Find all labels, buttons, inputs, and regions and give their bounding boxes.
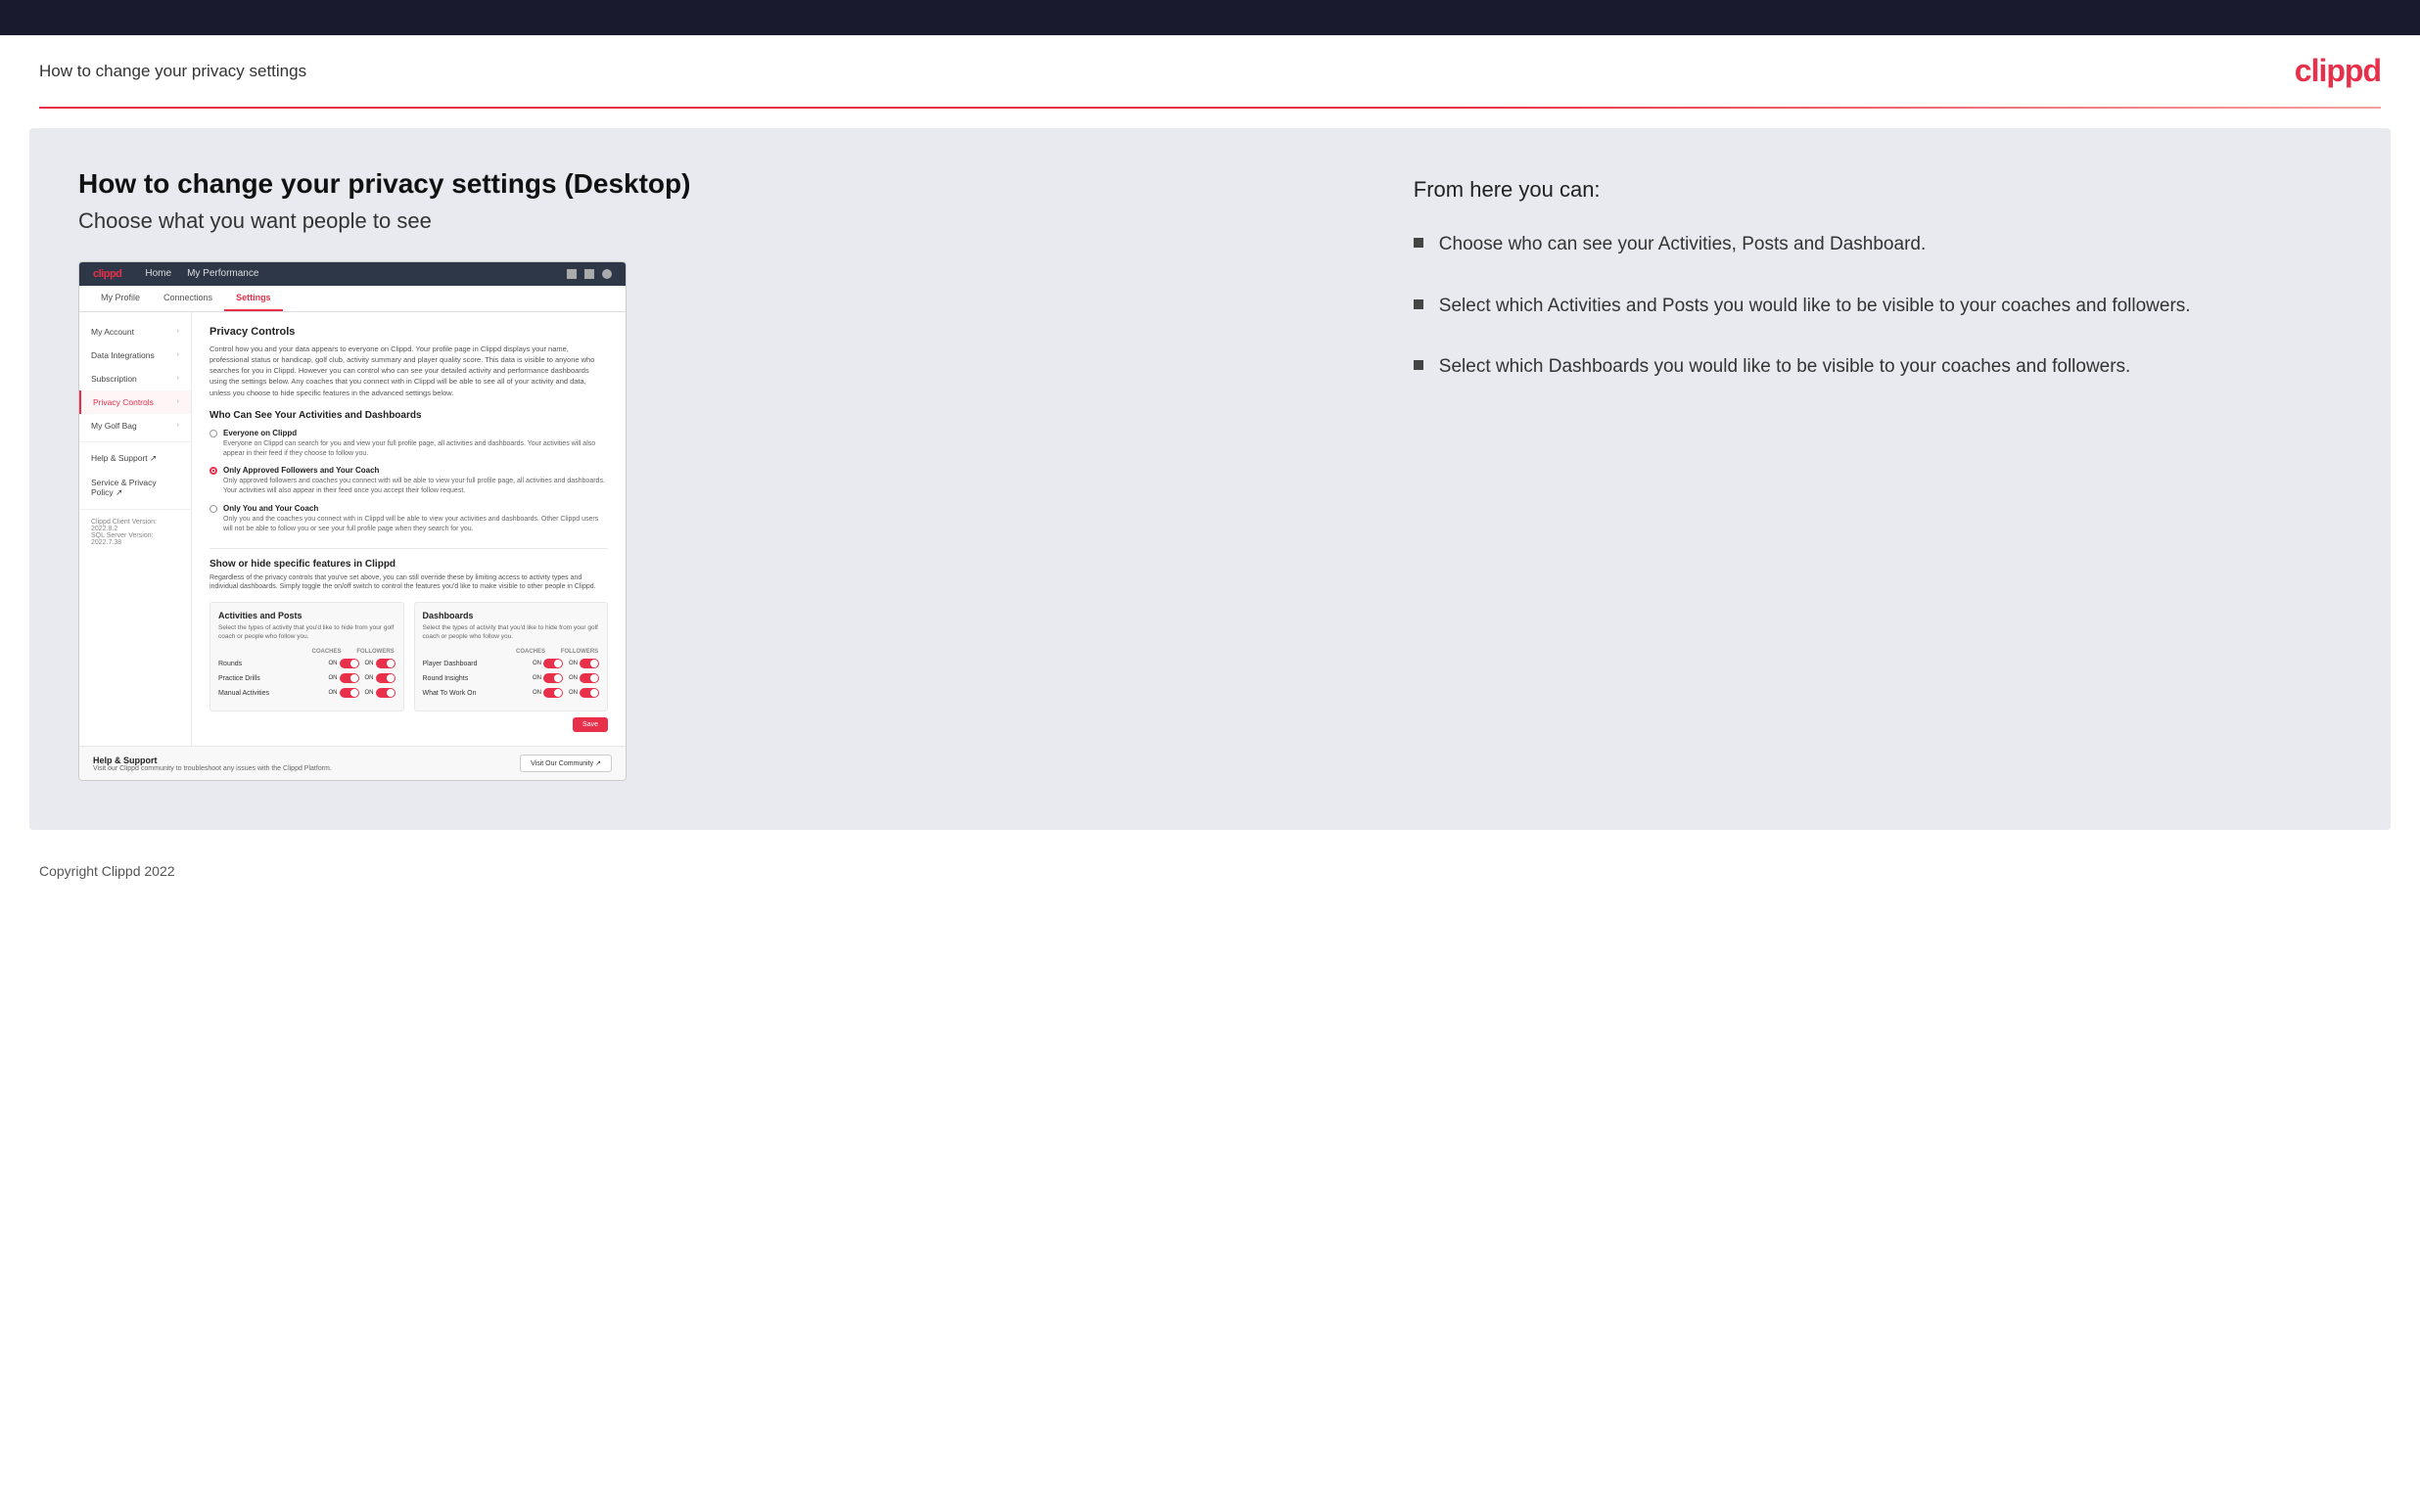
bullet-item-2: Select which Activities and Posts you wo…	[1414, 294, 2342, 320]
toggle-row-what-to-work: What To Work On ON ON	[423, 688, 600, 698]
bullet-text-1: Choose who can see your Activities, Post…	[1439, 232, 1926, 258]
mock-body: My Account › Data Integrations › Subscri…	[79, 312, 626, 747]
page-subheading: Choose what you want people to see	[78, 208, 1355, 234]
chevron-right-icon: ›	[177, 328, 179, 335]
right-column: From here you can: Choose who can see yo…	[1414, 167, 2342, 781]
mock-dashboards-col: Dashboards Select the types of activity …	[414, 602, 609, 711]
player-dashboard-coaches-toggle[interactable]: ON	[533, 659, 563, 668]
footer: Copyright Clippd 2022	[0, 849, 2420, 893]
user-icon	[602, 269, 612, 279]
toggle-row-manual: Manual Activities ON ON	[218, 688, 396, 698]
bullet-square-2	[1414, 299, 1423, 309]
toggle-row-rounds: Rounds ON ON	[218, 659, 396, 668]
mock-sidebar-subscription[interactable]: Subscription ›	[79, 367, 191, 390]
mock-radio-followers[interactable]: Only Approved Followers and Your Coach O…	[209, 466, 608, 496]
mock-help-section: Help & Support Visit our Clippd communit…	[79, 746, 626, 780]
toggle-row-practice: Practice Drills ON ON	[218, 673, 396, 683]
top-bar	[0, 0, 2420, 35]
mock-tabs: My Profile Connections Settings	[79, 286, 626, 312]
mock-sidebar: My Account › Data Integrations › Subscri…	[79, 312, 192, 747]
mock-activities-col: Activities and Posts Select the types of…	[209, 602, 404, 711]
search-icon	[567, 269, 577, 279]
logo: clippd	[2295, 53, 2381, 89]
radio-circle-followers	[209, 467, 217, 475]
header-title: How to change your privacy settings	[39, 62, 306, 81]
mock-nav-home[interactable]: Home	[145, 268, 171, 279]
main-content: How to change your privacy settings (Des…	[29, 128, 2391, 830]
bullet-square-3	[1414, 360, 1423, 370]
mock-sidebar-version: Clippd Client Version: 2022.8.2SQL Serve…	[79, 514, 191, 551]
mock-sidebar-account[interactable]: My Account ›	[79, 320, 191, 344]
mock-who-title: Who Can See Your Activities and Dashboar…	[209, 410, 608, 421]
header-divider	[39, 107, 2381, 109]
chevron-right-icon: ›	[177, 351, 179, 358]
copyright-text: Copyright Clippd 2022	[39, 863, 175, 879]
rounds-followers-toggle[interactable]: ON	[365, 659, 396, 668]
chevron-right-icon: ›	[177, 422, 179, 429]
mock-radio-group: Everyone on Clippd Everyone on Clippd ca…	[209, 429, 608, 534]
grid-icon	[584, 269, 594, 279]
chevron-right-icon: ›	[177, 398, 179, 405]
mock-tab-profile[interactable]: My Profile	[89, 286, 152, 311]
what-to-work-coaches-toggle[interactable]: ON	[533, 688, 563, 698]
bullet-list: Choose who can see your Activities, Post…	[1414, 232, 2342, 381]
round-insights-followers-toggle[interactable]: ON	[569, 673, 599, 683]
mock-sidebar-help[interactable]: Help & Support ↗	[79, 446, 191, 471]
bullet-square-1	[1414, 238, 1423, 248]
screenshot-mockup: clippd Home My Performance My Profile Co…	[78, 261, 627, 782]
rounds-coaches-toggle[interactable]: ON	[329, 659, 359, 668]
from-here-title: From here you can:	[1414, 177, 2342, 203]
mock-privacy-title: Privacy Controls	[209, 326, 608, 338]
practice-followers-toggle[interactable]: ON	[365, 673, 396, 683]
mock-nav-right	[567, 269, 612, 279]
mock-main-area: Privacy Controls Control how you and you…	[192, 312, 626, 747]
sidebar-divider	[79, 441, 191, 442]
mock-navbar: clippd Home My Performance	[79, 262, 626, 286]
mock-sidebar-data-integrations[interactable]: Data Integrations ›	[79, 344, 191, 367]
bullet-item-3: Select which Dashboards you would like t…	[1414, 354, 2342, 381]
mock-tab-connections[interactable]: Connections	[152, 286, 224, 311]
mock-help-desc: Visit our Clippd community to troublesho…	[93, 765, 332, 772]
toggle-row-round-insights: Round Insights ON ON	[423, 673, 600, 683]
sidebar-divider-2	[79, 509, 191, 510]
player-dashboard-followers-toggle[interactable]: ON	[569, 659, 599, 668]
mock-show-title: Show or hide specific features in Clippd	[209, 559, 608, 570]
radio-circle-everyone	[209, 430, 217, 437]
mock-radio-everyone[interactable]: Everyone on Clippd Everyone on Clippd ca…	[209, 429, 608, 459]
round-insights-coaches-toggle[interactable]: ON	[533, 673, 563, 683]
mock-divider	[209, 548, 608, 549]
practice-coaches-toggle[interactable]: ON	[329, 673, 359, 683]
radio-circle-only-you	[209, 505, 217, 513]
mock-show-desc: Regardless of the privacy controls that …	[209, 573, 608, 593]
page-heading: How to change your privacy settings (Des…	[78, 167, 1355, 201]
manual-followers-toggle[interactable]: ON	[365, 688, 396, 698]
mock-sidebar-privacy[interactable]: Privacy Controls ›	[79, 390, 191, 414]
manual-coaches-toggle[interactable]: ON	[329, 688, 359, 698]
mock-privacy-desc: Control how you and your data appears to…	[209, 344, 608, 398]
mock-features-grid: Activities and Posts Select the types of…	[209, 602, 608, 711]
mock-save-button[interactable]: Save	[573, 717, 608, 732]
mock-save-row: Save	[209, 717, 608, 732]
mock-sidebar-privacy-policy[interactable]: Service & Privacy Policy ↗	[79, 471, 191, 505]
mock-radio-only-you[interactable]: Only You and Your Coach Only you and the…	[209, 504, 608, 534]
mock-tab-settings[interactable]: Settings	[224, 286, 283, 311]
bullet-text-3: Select which Dashboards you would like t…	[1439, 354, 2131, 381]
left-column: How to change your privacy settings (Des…	[78, 167, 1355, 781]
mock-help-title: Help & Support	[93, 756, 332, 765]
what-to-work-followers-toggle[interactable]: ON	[569, 688, 599, 698]
bullet-item-1: Choose who can see your Activities, Post…	[1414, 232, 2342, 258]
mock-logo: clippd	[93, 268, 121, 280]
header: How to change your privacy settings clip…	[0, 35, 2420, 107]
mock-nav-performance[interactable]: My Performance	[187, 268, 258, 279]
mock-sidebar-golf-bag[interactable]: My Golf Bag ›	[79, 414, 191, 437]
toggle-row-player-dashboard: Player Dashboard ON ON	[423, 659, 600, 668]
bullet-text-2: Select which Activities and Posts you wo…	[1439, 294, 2191, 320]
mock-help-button[interactable]: Visit Our Community ↗	[520, 755, 612, 772]
chevron-right-icon: ›	[177, 375, 179, 382]
